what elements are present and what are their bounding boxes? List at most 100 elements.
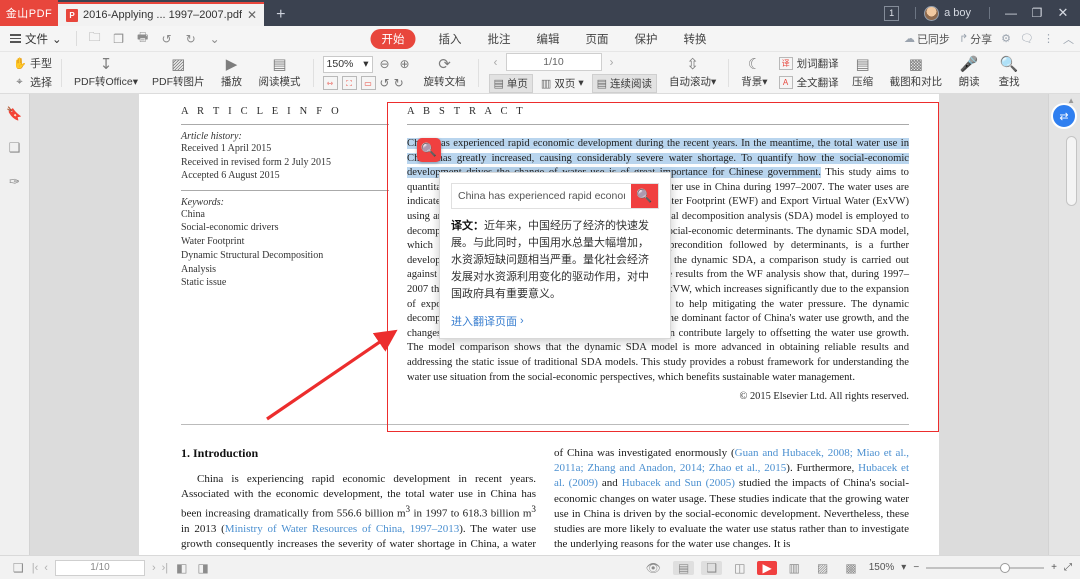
feedback-icon[interactable]: 🗨 (1020, 32, 1034, 45)
tab-start[interactable]: 开始 (371, 29, 416, 49)
share-button[interactable]: ↱ 分享 (959, 31, 992, 47)
find-button[interactable]: 🔍 查找 (989, 56, 1029, 89)
continuous-read-button[interactable]: ▤ 连续阅读 (592, 74, 657, 93)
pdf-to-image-button[interactable]: ▨ PDF转图片 (145, 56, 212, 89)
tab-comment[interactable]: 批注 (485, 29, 514, 49)
actual-size-icon[interactable]: ▭ (361, 76, 376, 90)
single-page-button[interactable]: ▤ 单页 (489, 74, 533, 93)
next-view-icon[interactable]: ◨ (193, 561, 214, 575)
username-label[interactable]: a boy (944, 7, 971, 19)
last-page-button[interactable]: ›| (159, 562, 172, 574)
fullscreen-icon[interactable]: ⤢ (1064, 562, 1072, 573)
open-folder-icon[interactable]: 🗀 (83, 28, 107, 49)
convert-fab-button[interactable]: ⇄ (1051, 103, 1077, 129)
double-page-button[interactable]: ▥ 双页 ▾ (536, 74, 589, 93)
screenshot-compare-button[interactable]: ▩ 截图和对比 (883, 56, 950, 89)
status-page-input[interactable]: 1/10 (55, 560, 145, 576)
next-page-button[interactable]: › (149, 562, 159, 574)
hand-tool-button[interactable]: ✋ 手型 (13, 55, 52, 71)
tab-protect[interactable]: 保护 (632, 29, 661, 49)
single-page-icon[interactable]: ❑ (701, 561, 722, 575)
zoom-in-icon[interactable]: ⊕ (397, 57, 413, 71)
fit-page-icon[interactable]: ▨ (812, 561, 833, 575)
prev-page-button[interactable]: ‹ (41, 562, 51, 574)
tab-page[interactable]: 页面 (583, 29, 612, 49)
fit-width-icon[interactable]: ▥ (784, 561, 805, 575)
vertical-scrollbar-thumb[interactable] (1066, 136, 1077, 206)
redo-icon[interactable]: ↻ (179, 32, 203, 46)
pdf-page[interactable]: A R T I C L E I N F O Article history: R… (139, 94, 939, 555)
popup-search-row: 🔍 (451, 183, 659, 209)
prev-page-icon[interactable]: ‹ (489, 55, 503, 69)
pdf-canvas[interactable]: A R T I C L E I N F O Article history: R… (30, 94, 1048, 555)
maximize-button[interactable]: ❐ (1024, 6, 1050, 20)
pdf-to-office-button[interactable]: ↧ PDF转Office▾ (67, 56, 145, 89)
tab-insert[interactable]: 插入 (436, 29, 465, 49)
translate-popup[interactable]: 🔍 译文：近年来，中国经历了经济的快速发展。与此同时，中国用水总量大幅增加，水资… (439, 172, 671, 339)
read-aloud-button[interactable]: 🎤 朗读 (949, 56, 989, 89)
search-marker-button[interactable]: 🔍 (417, 138, 441, 162)
chevron-down-icon[interactable]: ▾ (901, 562, 906, 573)
notification-badge[interactable]: 1 (884, 6, 899, 21)
rotate-right-icon[interactable]: ↻ (394, 76, 404, 90)
background-button[interactable]: ☾ 背景▾ (734, 56, 774, 89)
full-translate-button[interactable]: A 全文翻译 (779, 75, 839, 90)
save-icon[interactable]: ❐ (107, 32, 131, 46)
open-translate-page-link[interactable]: 进入翻译页面 › (451, 313, 659, 329)
popup-search-button[interactable]: 🔍 (631, 184, 658, 208)
history-line: Received 1 April 2015 (181, 142, 389, 156)
play-icon[interactable]: ▶ (757, 561, 776, 575)
actual-size-icon[interactable]: ▩ (840, 561, 861, 575)
zoom-out-icon[interactable]: ⊖ (377, 57, 393, 71)
zoom-in-button[interactable]: + (1051, 562, 1057, 573)
document-tab-label: 2016-Applying ... 1997–2007.pdf (83, 9, 242, 21)
fit-width-icon[interactable]: ⇿ (323, 76, 338, 90)
select-tool-button[interactable]: ⌖ 选择 (13, 74, 52, 90)
next-page-icon[interactable]: › (605, 55, 619, 69)
read-mode-button[interactable]: ▤ 阅读模式 (252, 56, 308, 89)
auto-scroll-button[interactable]: ⇳ 自动滚动▾ (662, 56, 723, 89)
word-translate-button[interactable]: 译 划词翻译 (779, 56, 839, 71)
more-icon[interactable]: ⋮ (1043, 32, 1054, 45)
bookmark-icon[interactable]: 🔖 (6, 106, 22, 122)
rotate-document-button[interactable]: ⟳ 旋转文档 (417, 56, 473, 89)
document-tab[interactable]: P 2016-Applying ... 1997–2007.pdf ✕ (58, 2, 264, 26)
status-zoom-value[interactable]: 150% (869, 562, 895, 573)
play-button[interactable]: ▶ 播放 (212, 56, 252, 89)
collapse-ribbon-icon[interactable]: ︿ (1063, 31, 1074, 47)
page-number-input[interactable]: 1/10 (506, 53, 602, 71)
first-page-button[interactable]: |‹ (29, 562, 42, 574)
file-menu-button[interactable]: 文件 ⌄ (0, 31, 70, 47)
zoom-slider[interactable] (926, 567, 1044, 569)
rotate-left-icon[interactable]: ↺ (380, 76, 390, 90)
tab-edit[interactable]: 编辑 (534, 29, 563, 49)
zoom-out-button[interactable]: − (913, 562, 919, 573)
minimize-button[interactable]: — (998, 6, 1024, 20)
print-icon[interactable]: 🖶 (131, 28, 155, 49)
citation-link[interactable]: Ministry of Water Resources of China, 19… (225, 523, 459, 535)
search-input[interactable] (452, 184, 631, 208)
undo-icon[interactable]: ↺ (155, 32, 179, 46)
sync-status-button[interactable]: ☁ 已同步 (904, 31, 950, 47)
close-tab-icon[interactable]: ✕ (247, 9, 257, 21)
thumbnail-icon[interactable]: ❑ (9, 140, 21, 156)
eye-protection-icon[interactable]: 👁 (641, 561, 666, 575)
customize-caret-icon[interactable]: ⌄ (203, 32, 227, 46)
close-window-button[interactable]: ✕ (1050, 5, 1076, 21)
avatar[interactable] (924, 6, 939, 21)
pdf-to-office-icon: ↧ (100, 56, 113, 73)
previous-view-icon[interactable]: ◧ (171, 561, 192, 575)
zoom-slider-knob[interactable] (1000, 563, 1010, 573)
tab-convert[interactable]: 转换 (681, 29, 710, 49)
zoom-level-input[interactable]: 150% ▾ (323, 56, 373, 73)
two-page-icon[interactable]: ◫ (729, 561, 750, 575)
annotation-icon[interactable]: ✑ (9, 174, 20, 190)
compress-button[interactable]: ▤ 压缩 (843, 56, 883, 89)
continuous-scroll-icon[interactable]: ▤ (673, 561, 694, 575)
citation-link[interactable]: Hubacek and Sun (2005) (622, 477, 735, 489)
play-label: 播放 (221, 74, 242, 89)
fit-page-icon[interactable]: ⛶ (342, 76, 357, 90)
sidebar-toggle-icon[interactable]: ❑ (8, 561, 29, 575)
new-tab-button[interactable]: + (264, 6, 297, 26)
settings-icon[interactable]: ⚙ (1001, 32, 1011, 45)
